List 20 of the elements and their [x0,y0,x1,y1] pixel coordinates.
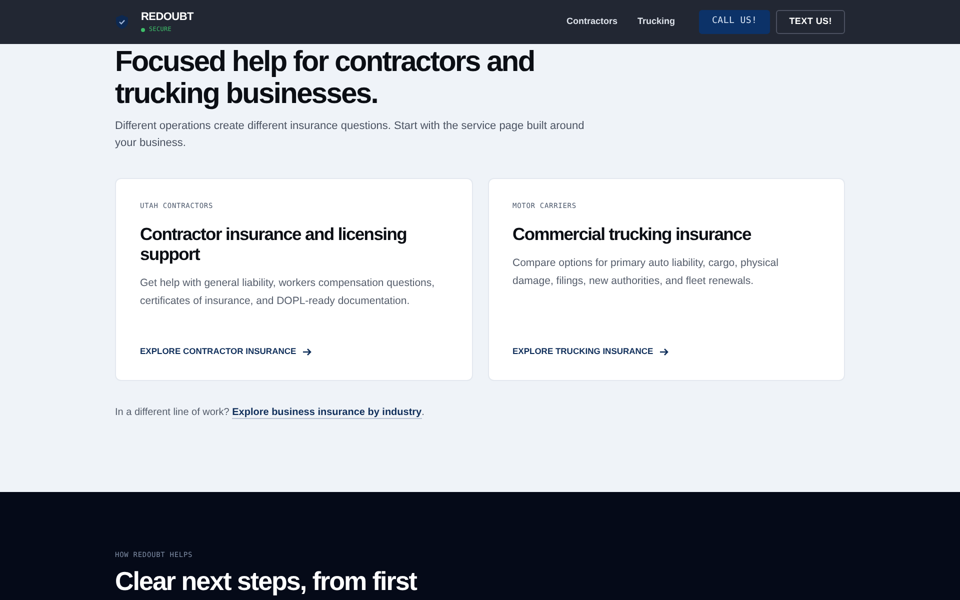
contact-button[interactable]: TEXT US! [776,10,845,34]
industry-note: In a different line of work? Explore business insurance by industry. [115,406,426,420]
nav-link[interactable]: Trucking [638,15,676,29]
card-link[interactable]: EXPLORE CONTRACTOR INSURANCE [140,345,312,358]
contact-button[interactable]: CALL US! [699,10,770,34]
section-title: Focused help for contractors and trucking businesses. [115,46,536,110]
arrow-right-icon [302,348,312,356]
nav-link[interactable]: Contractors [566,15,618,29]
card-title: Contractor insurance and licensing support [140,224,408,264]
shield-icon [115,14,129,30]
section-heading: Clear next steps, from first [115,566,418,594]
card-text: Get help with general liability, workers compensation questions, certificates of insurance, and DOPL-ready documentation. [140,276,436,308]
card-text: Compare options for primary auto liability, cargo, physical damage, filings, new authorities, and fleet renewals. [512,256,780,288]
brand-name: REDOUBT [141,12,194,22]
card-title: Commercial trucking insurance [512,224,752,244]
status-dot-icon [141,28,145,32]
industry-link[interactable]: Explore business insurance by industry [232,407,422,419]
section-intro: Different operations create different insurance questions. Start with the service page built around your business. [115,119,585,151]
card-link[interactable]: EXPLORE TRUCKING INSURANCE [512,345,670,358]
arrow-right-icon [659,348,670,356]
